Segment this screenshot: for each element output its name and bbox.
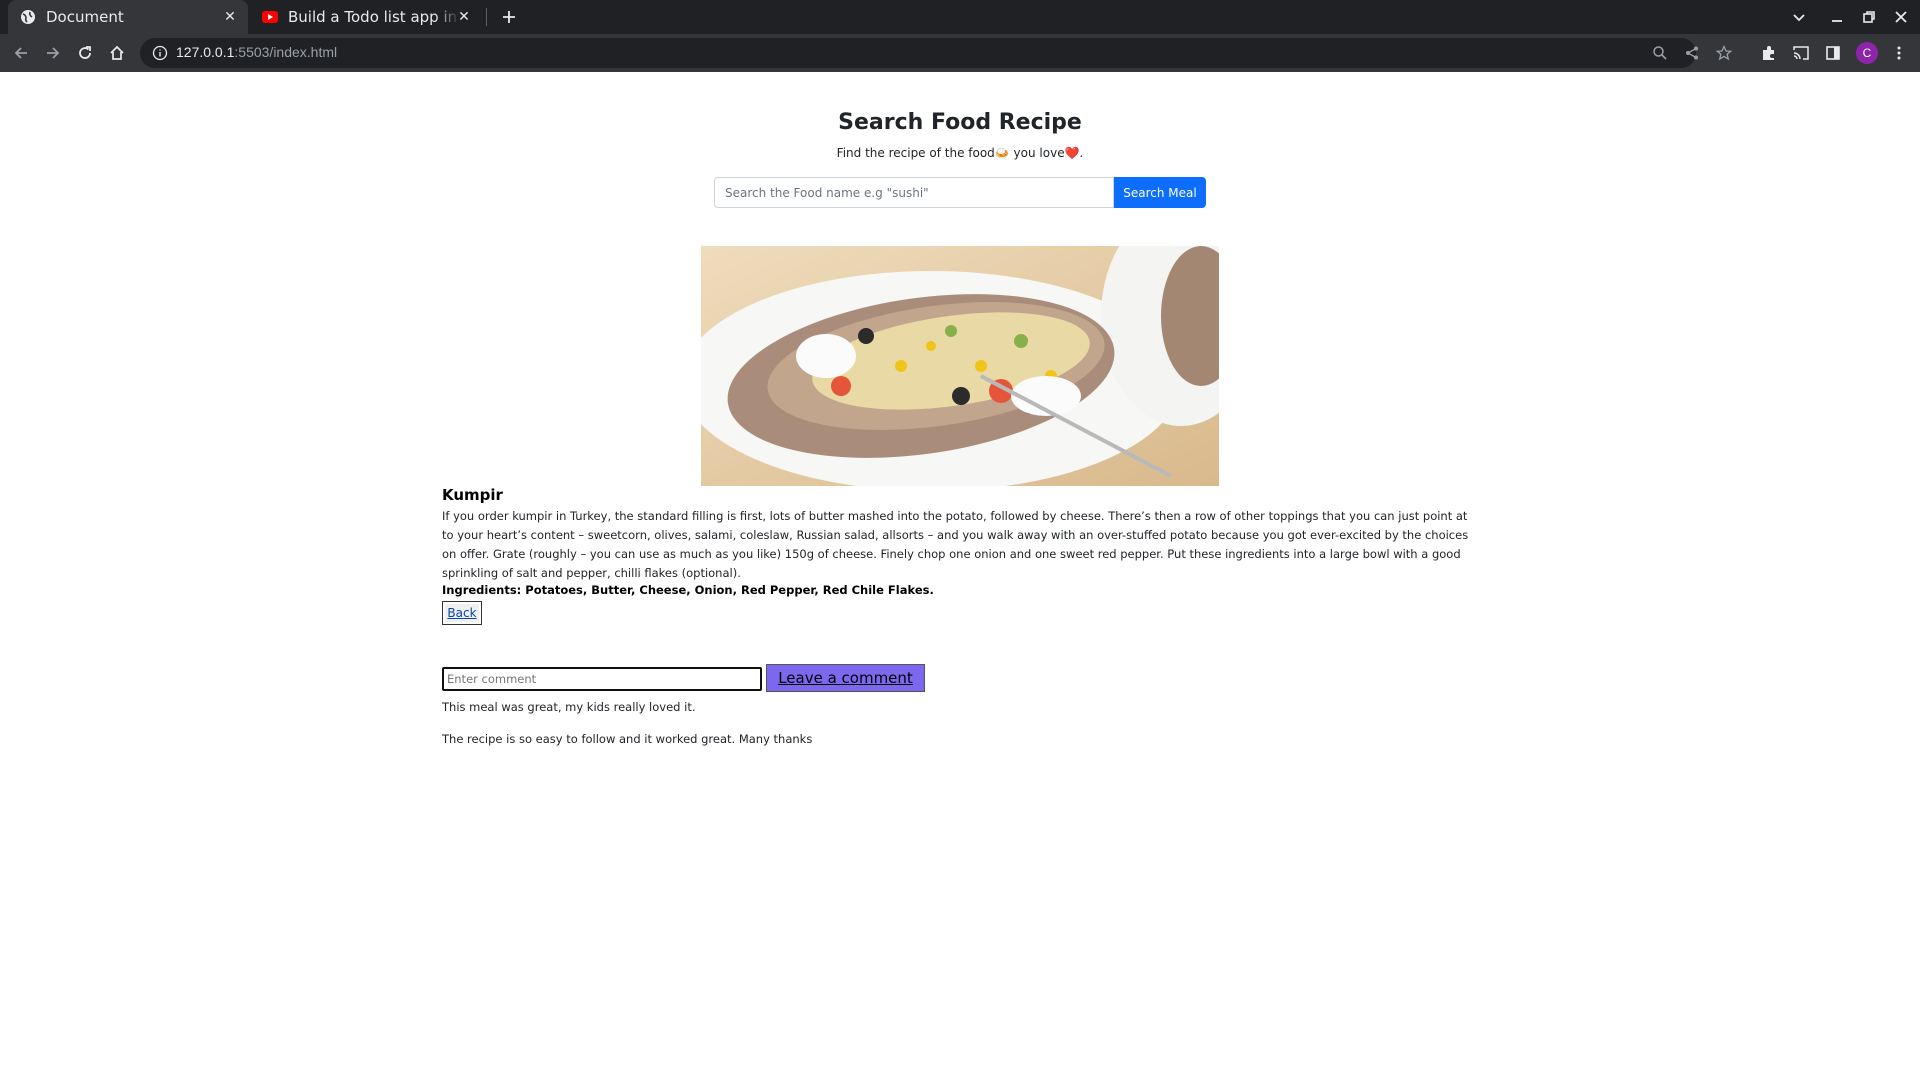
cast-icon[interactable]: [1790, 42, 1812, 64]
leave-comment-button[interactable]: Leave a comment: [766, 664, 925, 692]
forward-arrow-icon[interactable]: [42, 42, 64, 64]
restore-icon[interactable]: [1858, 6, 1880, 28]
share-icon[interactable]: [1684, 45, 1700, 61]
page-title: Search Food Recipe: [838, 110, 1082, 135]
meal-description: If you order kumpir in Turkey, the stand…: [442, 509, 1469, 580]
search-input[interactable]: [714, 177, 1114, 208]
tab-document[interactable]: Document ✕: [8, 0, 248, 34]
close-window-icon[interactable]: [1890, 6, 1912, 28]
globe-icon: [20, 9, 36, 25]
profile-avatar[interactable]: C: [1856, 42, 1878, 64]
close-tab-icon[interactable]: ✕: [222, 9, 238, 25]
tab-title: Build a Todo list app in HTML: [288, 8, 460, 26]
reload-icon[interactable]: [74, 42, 96, 64]
tab-strip: Document ✕ Build a Todo list app in HTML…: [0, 0, 1920, 34]
comment-input[interactable]: [442, 667, 762, 691]
back-arrow-icon[interactable]: [10, 42, 32, 64]
tab-youtube[interactable]: Build a Todo list app in HTML ✕: [250, 0, 482, 34]
comment-item: This meal was great, my kids really love…: [442, 700, 696, 714]
minimize-icon[interactable]: [1826, 6, 1848, 28]
new-tab-icon[interactable]: [498, 6, 520, 28]
back-button[interactable]: Back: [442, 601, 482, 625]
meal-name: Kumpir: [442, 486, 503, 504]
home-icon[interactable]: [106, 42, 128, 64]
youtube-icon: [262, 9, 278, 25]
meal-image: [701, 246, 1219, 486]
url-text: 127.0.0.1:5503/index.html: [176, 44, 337, 60]
search-meal-button[interactable]: Search Meal: [1114, 177, 1206, 208]
zoom-icon[interactable]: [1652, 45, 1668, 61]
tab-title: Document: [46, 8, 124, 26]
browser-toolbar: 127.0.0.1:5503/index.html C: [0, 34, 1920, 72]
close-tab-icon[interactable]: ✕: [456, 9, 472, 25]
more-menu-icon[interactable]: [1888, 42, 1910, 64]
comment-item: The recipe is so easy to follow and it w…: [442, 732, 813, 746]
url-host: 127.0.0.1: [176, 44, 235, 60]
side-panel-icon[interactable]: [1822, 42, 1844, 64]
extensions-puzzle-icon[interactable]: [1758, 42, 1780, 64]
address-bar[interactable]: 127.0.0.1:5503/index.html: [140, 38, 1733, 68]
url-path: :5503/index.html: [234, 44, 338, 60]
bookmark-star-icon[interactable]: [1715, 44, 1733, 61]
tab-separator: [486, 8, 487, 26]
page-subtitle: Find the recipe of the food🍛 you love❤️.: [836, 146, 1084, 160]
page-content: Search Food Recipe Find the recipe of th…: [0, 72, 1920, 1080]
meal-ingredients: Ingredients: Potatoes, Butter, Cheese, O…: [442, 583, 934, 597]
tab-search-chevron-icon[interactable]: [1788, 6, 1810, 28]
info-icon[interactable]: [152, 45, 168, 61]
